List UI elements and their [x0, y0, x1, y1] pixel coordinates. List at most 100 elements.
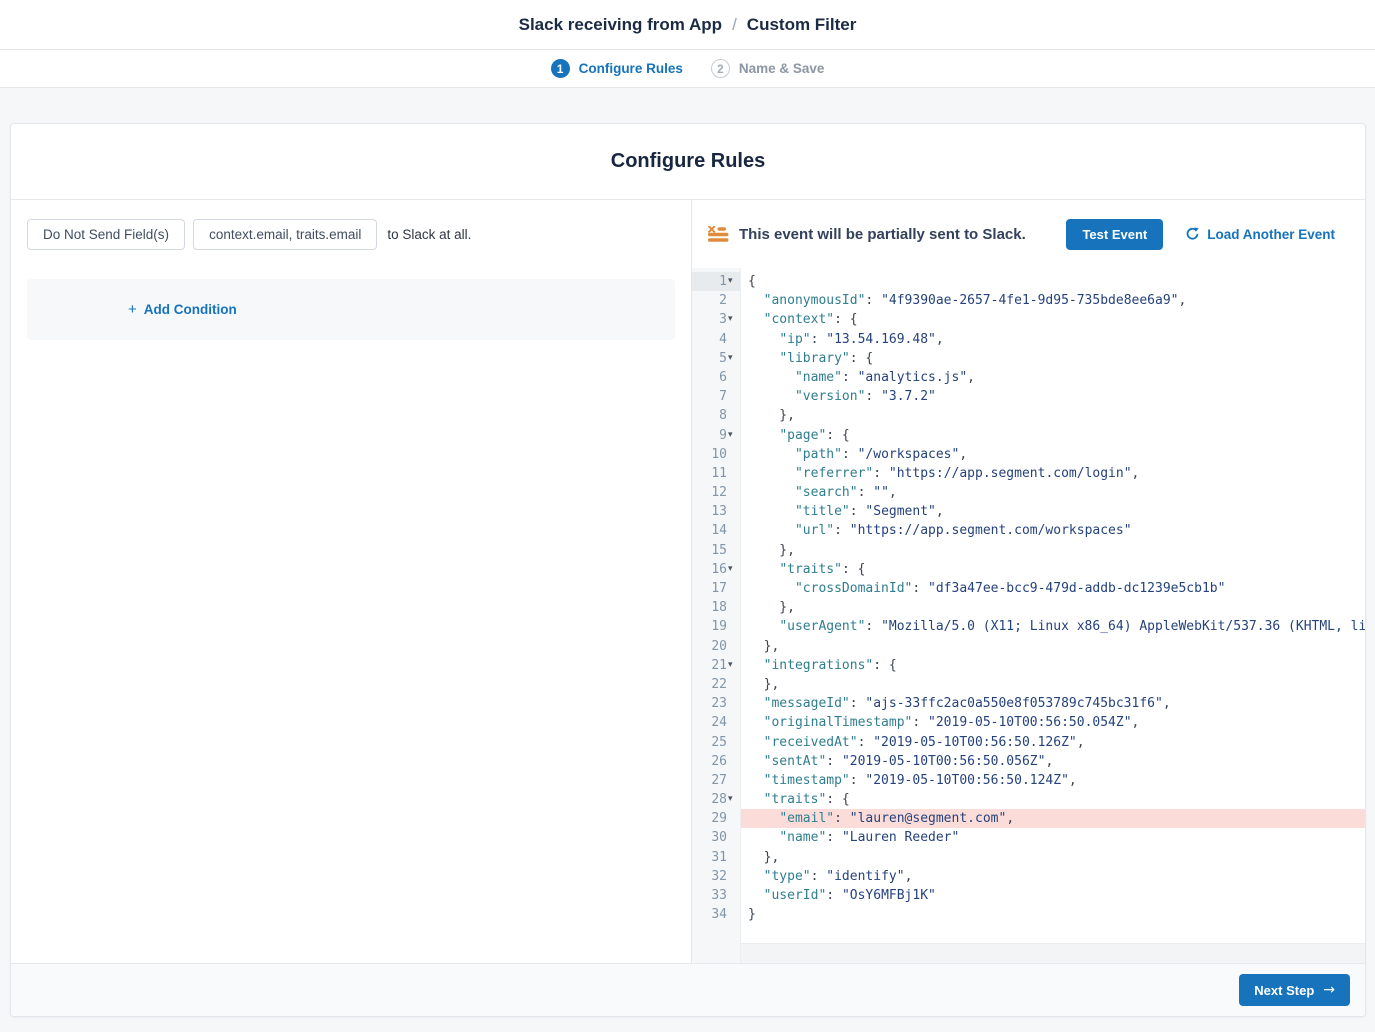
line-number: 32: [692, 867, 740, 886]
card-footer: Next Step →: [11, 963, 1365, 1016]
page-title: Configure Rules: [611, 150, 765, 173]
code-line: "library": {: [741, 349, 1365, 368]
code-line: }: [741, 905, 1365, 924]
breadcrumb-separator: /: [732, 15, 737, 35]
code-line: "receivedAt": "2019-05-10T00:56:50.126Z"…: [741, 733, 1365, 752]
line-number: 5▾: [692, 349, 740, 368]
code-line: "userId": "OsY6MFBj1K": [741, 886, 1365, 905]
code-line: "type": "identify",: [741, 867, 1365, 886]
line-number: 8: [692, 406, 740, 425]
code-line: "referrer": "https://app.segment.com/log…: [741, 464, 1365, 483]
code-line: "version": "3.7.2": [741, 387, 1365, 406]
fold-arrow-icon[interactable]: ▾: [728, 310, 740, 329]
code-line: {: [741, 272, 1365, 291]
line-number: 17: [692, 579, 740, 598]
plus-icon: +: [128, 301, 137, 318]
test-event-button[interactable]: Test Event: [1066, 219, 1163, 250]
rule-fields-dropdown[interactable]: context.email, traits.email: [193, 219, 377, 250]
code-line: },: [741, 637, 1365, 656]
step-1-label: Configure Rules: [579, 61, 683, 76]
line-number: 13: [692, 502, 740, 521]
step-configure-rules[interactable]: 1 Configure Rules: [551, 59, 683, 78]
line-number: 9▾: [692, 426, 740, 445]
line-number: 16▾: [692, 560, 740, 579]
line-number: 24: [692, 713, 740, 732]
step-1-circle: 1: [551, 59, 570, 78]
page-header: Slack receiving from App / Custom Filter: [0, 0, 1375, 50]
next-step-button[interactable]: Next Step →: [1239, 974, 1350, 1006]
filter-rule-row: Do Not Send Field(s) context.email, trai…: [27, 219, 675, 250]
fold-arrow-icon[interactable]: ▾: [728, 349, 740, 368]
line-number: 29: [692, 809, 740, 828]
load-another-event-button[interactable]: Load Another Event: [1185, 227, 1335, 242]
add-condition-button[interactable]: + Add Condition: [128, 301, 237, 318]
line-number: 19: [692, 617, 740, 636]
refresh-icon: [1185, 227, 1200, 242]
line-number: 27: [692, 771, 740, 790]
editor-content[interactable]: { "anonymousId": "4f9390ae-2657-4fe1-9d9…: [741, 268, 1365, 963]
event-status-message: This event will be partially sent to Sla…: [739, 226, 1056, 243]
fold-arrow-icon[interactable]: ▾: [728, 656, 740, 675]
code-line: "url": "https://app.segment.com/workspac…: [741, 521, 1365, 540]
line-number: 7: [692, 387, 740, 406]
code-line: },: [741, 598, 1365, 617]
line-number: 4: [692, 330, 740, 349]
code-line: },: [741, 541, 1365, 560]
code-line: "path": "/workspaces",: [741, 445, 1365, 464]
editor-hscrollbar[interactable]: [741, 943, 1365, 963]
code-line: "originalTimestamp": "2019-05-10T00:56:5…: [741, 713, 1365, 732]
code-line: "page": {: [741, 426, 1365, 445]
fold-arrow-icon[interactable]: ▾: [728, 426, 740, 445]
step-2-label: Name & Save: [739, 61, 825, 76]
code-line: "name": "analytics.js",: [741, 368, 1365, 387]
code-line: "context": {: [741, 310, 1365, 329]
event-panel: This event will be partially sent to Sla…: [691, 200, 1365, 963]
line-number: 1▾: [692, 272, 740, 291]
event-header: This event will be partially sent to Sla…: [692, 200, 1365, 268]
code-line: "ip": "13.54.169.48",: [741, 330, 1365, 349]
code-line: "title": "Segment",: [741, 502, 1365, 521]
line-number: 33: [692, 886, 740, 905]
line-number: 34: [692, 905, 740, 924]
code-line: "traits": {: [741, 790, 1365, 809]
line-number: 3▾: [692, 310, 740, 329]
code-line: "search": "",: [741, 483, 1365, 502]
code-line: "email": "lauren@segment.com",: [741, 809, 1365, 828]
code-line: "name": "Lauren Reeder": [741, 828, 1365, 847]
line-number: 23: [692, 694, 740, 713]
load-another-event-label: Load Another Event: [1207, 227, 1335, 242]
code-line: "anonymousId": "4f9390ae-2657-4fe1-9d95-…: [741, 291, 1365, 310]
json-event-editor[interactable]: 1▾23▾45▾6789▾10111213141516▾1718192021▾2…: [692, 268, 1365, 963]
line-number: 20: [692, 637, 740, 656]
line-number: 30: [692, 828, 740, 847]
line-number: 11: [692, 464, 740, 483]
line-number: 22: [692, 675, 740, 694]
code-line: },: [741, 848, 1365, 867]
breadcrumb-source[interactable]: Slack receiving from App: [519, 15, 722, 35]
code-line: "integrations": {: [741, 656, 1365, 675]
code-line: },: [741, 675, 1365, 694]
arrow-right-icon: →: [1323, 982, 1335, 998]
rule-action-dropdown[interactable]: Do Not Send Field(s): [27, 219, 185, 250]
editor-gutter: 1▾23▾45▾6789▾10111213141516▾1718192021▾2…: [692, 268, 741, 963]
line-number: 12: [692, 483, 740, 502]
line-number: 10: [692, 445, 740, 464]
line-number: 18: [692, 598, 740, 617]
line-number: 2: [692, 291, 740, 310]
add-condition-label: Add Condition: [144, 302, 237, 317]
line-number: 25: [692, 733, 740, 752]
add-condition-box: + Add Condition: [27, 279, 675, 340]
code-line: "crossDomainId": "df3a47ee-bcc9-479d-add…: [741, 579, 1365, 598]
code-line: "messageId": "ajs-33ffc2ac0a550e8f053789…: [741, 694, 1365, 713]
step-name-save[interactable]: 2 Name & Save: [711, 59, 825, 78]
partial-filter-icon: [708, 226, 729, 243]
line-number: 28▾: [692, 790, 740, 809]
configure-rules-card: Configure Rules Do Not Send Field(s) con…: [10, 123, 1366, 1017]
fold-arrow-icon[interactable]: ▾: [728, 790, 740, 809]
stepper: 1 Configure Rules 2 Name & Save: [0, 50, 1375, 88]
code-line: "sentAt": "2019-05-10T00:56:50.056Z",: [741, 752, 1365, 771]
card-header: Configure Rules: [11, 124, 1365, 200]
line-number: 21▾: [692, 656, 740, 675]
fold-arrow-icon[interactable]: ▾: [728, 272, 740, 291]
fold-arrow-icon[interactable]: ▾: [728, 560, 740, 579]
